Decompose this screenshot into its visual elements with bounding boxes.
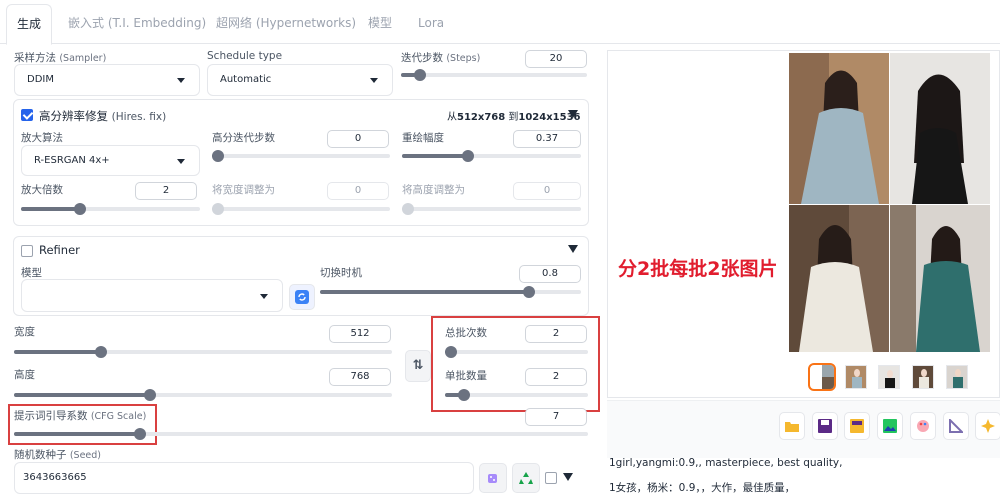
hires-fix-label: 高分辨率修复 (Hires. fix) [39,109,167,123]
width-input[interactable]: 512 [329,325,391,343]
hires-fix-checkbox[interactable] [21,109,33,121]
tab-embedding[interactable]: 嵌入式 (T.I. Embedding) [58,0,216,44]
prompt-translation: 1女孩，杨米：0.9，，大作，最佳质量， [609,482,796,494]
refiner-model-label: 模型 [21,267,42,279]
recycle-icon[interactable] [512,463,540,493]
schedule-type-select[interactable]: Automatic [207,64,393,96]
upscale-by-label: 放大倍数 [21,184,63,196]
prompt-text: 1girl,yangmi:0.9,, masterpiece, best qua… [609,457,843,469]
resize-height-label: 将高度调整为 [402,184,465,196]
batch-size-input[interactable]: 2 [525,368,587,386]
collapse-triangle-icon[interactable] [568,245,578,253]
height-label: 高度 [14,369,35,381]
width-label: 宽度 [14,326,35,338]
steps-input[interactable]: 20 [525,50,587,68]
hires-steps-slider[interactable] [212,150,390,162]
generated-image-3[interactable] [789,205,889,352]
switch-at-input[interactable]: 0.8 [519,265,581,283]
denoise-slider[interactable] [402,150,581,162]
zip-icon[interactable] [844,412,870,440]
resize-width-slider[interactable] [212,203,390,215]
hires-steps-input[interactable]: 0 [327,130,389,148]
collapse-triangle-icon[interactable] [563,473,573,481]
refiner-checkbox[interactable] [21,245,33,257]
swap-dimensions-icon[interactable]: ⇅ [405,350,431,382]
batch-count-slider[interactable] [445,346,588,358]
upscaler-select[interactable]: R-ESRGAN 4x+ [21,145,200,176]
hires-resolution-info: 从512x768 到1024x1536 [447,112,581,123]
sampler-select[interactable]: DDIM [14,64,200,96]
collapse-triangle-icon[interactable] [568,110,578,118]
height-slider[interactable] [14,389,392,401]
seed-input[interactable]: 3643663665 [14,462,474,494]
schedule-type-label: Schedule type [207,50,283,62]
chevron-down-icon [177,158,185,164]
thumbnail-1[interactable] [845,365,867,389]
thumbnail-2[interactable] [878,365,900,389]
batch-size-label: 单批数量 [445,370,487,382]
hires-steps-label: 高分迭代步数 [212,132,275,144]
refresh-icon[interactable] [289,284,315,310]
palette-icon[interactable] [910,412,936,440]
upscaler-label: 放大算法 [21,132,63,144]
switch-at-label: 切换时机 [320,267,362,279]
ruler-icon[interactable] [943,412,969,440]
width-slider[interactable] [14,346,392,358]
denoise-label: 重绘幅度 [402,132,444,144]
image-icon[interactable] [877,412,903,440]
sampler-label: 采样方法 (Sampler) [14,52,107,64]
height-input[interactable]: 768 [329,368,391,386]
dice-icon[interactable] [479,463,507,493]
cfg-scale-input[interactable]: 7 [525,408,587,426]
thumbnail-3[interactable] [912,365,934,389]
thumbnail-4[interactable] [946,365,968,389]
upscale-by-slider[interactable] [21,203,200,215]
resize-height-input[interactable]: 0 [513,182,581,200]
folder-icon[interactable] [779,412,805,440]
resize-width-label: 将宽度调整为 [212,184,275,196]
resize-width-input[interactable]: 0 [327,182,389,200]
tab-models[interactable]: 模型 [358,0,402,44]
extra-seed-checkbox[interactable] [545,472,557,484]
generated-image-2[interactable] [890,53,990,204]
tab-lora[interactable]: Lora [408,0,454,44]
refiner-label: Refiner [39,243,80,257]
tab-bar: 生成 嵌入式 (T.I. Embedding) 超网络 (Hypernetwor… [0,0,1000,45]
batch-count-label: 总批次数 [445,327,487,339]
batch-size-slider[interactable] [445,389,588,401]
annotation-caption: 分2批每批2张图片 [618,258,778,280]
tab-generate[interactable]: 生成 [6,4,53,45]
chevron-down-icon [370,78,378,83]
batch-count-input[interactable]: 2 [525,325,587,343]
generated-image-1[interactable] [789,53,889,204]
steps-slider[interactable] [401,69,587,81]
generated-image-4[interactable] [890,205,990,352]
tab-hypernetworks[interactable]: 超网络 (Hypernetworks) [206,0,366,44]
chevron-down-icon [260,293,268,299]
thumbnail-grid[interactable] [808,363,836,391]
refiner-model-select[interactable] [21,279,283,312]
upscale-by-input[interactable]: 2 [135,182,197,200]
seed-label: 随机数种子 (Seed) [14,449,102,461]
cfg-scale-slider[interactable] [14,428,588,440]
denoise-input[interactable]: 0.37 [513,130,581,148]
chevron-down-icon [177,78,185,83]
resize-height-slider[interactable] [402,203,581,215]
switch-at-slider[interactable] [320,286,581,298]
save-icon[interactable] [812,412,838,440]
sparkle-icon[interactable] [975,412,1000,440]
steps-label: 迭代步数 (Steps) [401,52,481,64]
cfg-scale-label: 提示词引导系数 (CFG Scale) [14,410,147,422]
